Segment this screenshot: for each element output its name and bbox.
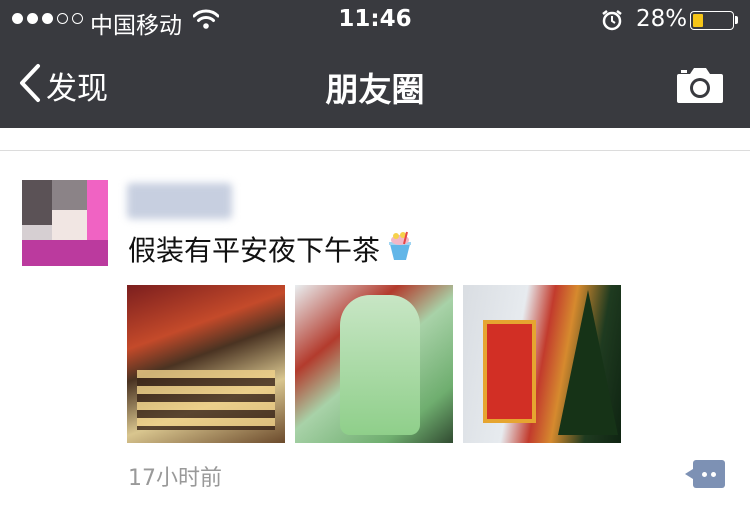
photo-dessert-table[interactable] — [127, 285, 285, 443]
avatar[interactable] — [22, 180, 108, 266]
camera-icon[interactable] — [676, 66, 724, 108]
battery-icon — [690, 11, 734, 30]
comment-icon[interactable] — [685, 460, 725, 488]
alarm-icon — [601, 9, 623, 35]
battery-level — [693, 14, 703, 27]
page-title: 朋友圈 — [325, 70, 425, 109]
divider — [0, 150, 750, 151]
photo-christmas-tree[interactable] — [463, 285, 621, 443]
post-text: 假装有平安夜下午茶 — [128, 234, 381, 267]
battery-percent: 28% — [636, 6, 688, 32]
battery-tip — [735, 16, 738, 24]
post-timestamp: 17小时前 — [128, 466, 222, 491]
user-name-blurred[interactable] — [127, 183, 232, 219]
post-text-row: 假装有平安夜下午茶 — [128, 229, 414, 269]
photo-green-cake[interactable] — [295, 285, 453, 443]
status-bar: 中国移动 11:46 28% — [0, 0, 750, 40]
cake-cup-emoji-icon — [386, 231, 414, 268]
top-bar: 中国移动 11:46 28% 发现 朋友圈 — [0, 0, 750, 128]
